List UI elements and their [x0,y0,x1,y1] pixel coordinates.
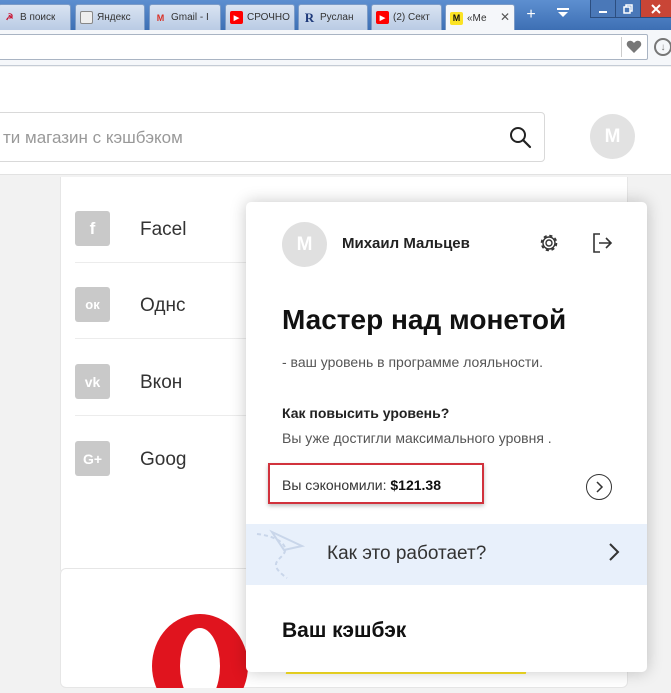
site-header: ти магазин с кэшбэком М [0,67,671,175]
user-name: Михаил Мальцев [342,235,470,252]
your-cashback-heading: Ваш кэшбэк [282,619,407,642]
browser-tab-3[interactable]: ▶ СРОЧНО [225,4,295,30]
savings-details-button[interactable] [586,474,612,500]
avatar: М [282,222,327,267]
r-logo-icon: R [304,9,315,25]
vk-icon: vk [75,364,110,399]
savings-label-text: Вы сэкономили: [282,477,391,493]
browser-tab-bar: ☭ В поиск Яндекс M Gmail - I ▶ СРОЧНО R … [0,0,671,31]
logout-icon[interactable] [591,232,613,259]
browser-tab-0[interactable]: ☭ В поиск [0,4,71,30]
tab-list-button[interactable] [553,6,573,24]
chevron-down-icon [557,8,569,17]
how-to-level-up-heading: Как повысить уровень? [282,405,450,421]
chevron-right-icon [596,481,604,493]
heart-icon [626,40,641,53]
how-it-works-label: Как это работает? [327,543,487,564]
store-search-box[interactable]: ти магазин с кэшбэком [0,112,545,162]
tab-title: Gmail - I [171,12,209,23]
close-window-button[interactable] [640,0,671,18]
savings-label: Вы сэкономили: $121.38 [282,477,441,493]
tab-title: СРОЧНО [247,12,290,23]
social-label: Однс [140,295,186,316]
restore-icon [623,3,633,14]
social-label: Facel [140,219,187,240]
user-profile-popup: М Михаил Мальцев Мастер над монетой - ва… [246,202,647,672]
tab-title: (2) Сект [393,12,430,23]
gmail-icon: M [156,12,165,23]
browser-tab-4[interactable]: R Руслан [298,4,368,30]
avatar[interactable]: М [590,114,635,159]
loyalty-level-subtitle: - ваш уровень в программе лояльности. [282,354,544,370]
chevron-right-icon [608,542,620,568]
close-tab-icon[interactable]: ✕ [500,10,510,24]
max-level-text: Вы уже достигли максимального уровня . [282,430,552,446]
search-icon[interactable] [508,125,532,154]
new-tab-button[interactable]: + [521,6,541,24]
tab-title: «Ме [467,12,487,24]
facebook-icon: f [75,211,110,246]
megabonus-icon: M [450,11,463,25]
page-icon [80,11,93,24]
bookmark-button[interactable] [621,37,645,57]
browser-tab-2[interactable]: M Gmail - I [149,4,221,30]
tab-title: Руслан [320,12,354,23]
minimize-button[interactable] [590,0,616,18]
how-it-works-link[interactable]: Как это работает? [246,524,647,585]
minimize-icon [599,10,607,13]
download-icon[interactable]: ↓ [654,38,671,56]
gear-icon[interactable] [537,231,561,260]
odnoklassniki-icon: ок [75,287,110,322]
savings-highlight-box: Вы сэкономили: $121.38 [268,463,484,504]
search-input[interactable]: ти магазин с кэшбэком [3,128,183,148]
opera-logo-icon [140,608,260,693]
close-icon [651,3,661,14]
restore-button[interactable] [615,0,641,18]
savings-amount: $121.38 [390,477,441,493]
tab-title: В поиск [20,12,56,23]
browser-tab-1[interactable]: Яндекс [75,4,145,30]
youtube-icon: ▶ [376,11,389,24]
ussr-emblem-icon: ☭ [5,12,14,22]
paper-plane-icon [252,526,312,588]
loyalty-level-title: Мастер над монетой [282,304,567,335]
browser-toolbar: ↓ [0,30,671,66]
social-label: Goog [140,449,187,470]
browser-tab-6-active[interactable]: M «Ме ✕ [445,4,515,31]
social-label: Вкон [140,372,183,393]
youtube-icon: ▶ [230,11,243,24]
tab-title: Яндекс [97,12,131,23]
google-plus-icon: G+ [75,441,110,476]
address-bar[interactable] [0,34,648,60]
browser-tab-5[interactable]: ▶ (2) Сект [371,4,442,30]
